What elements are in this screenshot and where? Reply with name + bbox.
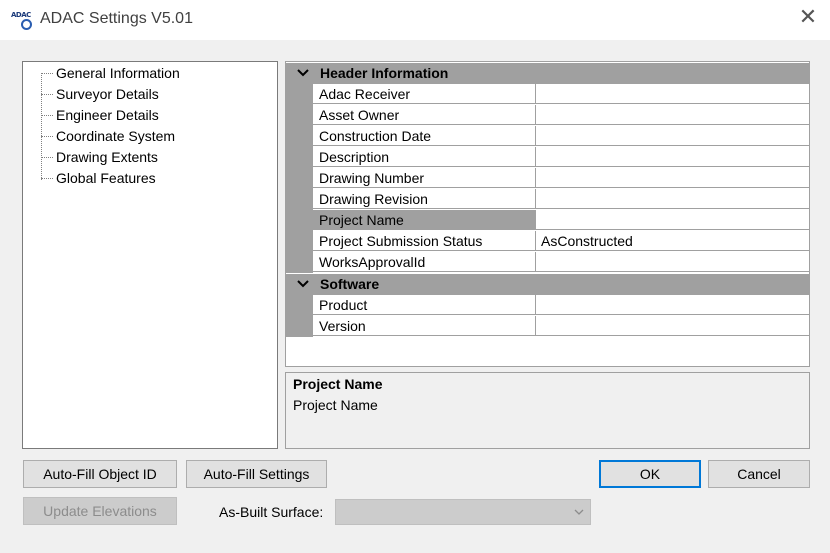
as-built-surface-dropdown[interactable] <box>335 499 591 525</box>
auto-fill-object-id-button[interactable]: Auto-Fill Object ID <box>23 460 177 488</box>
row-margin <box>286 316 313 337</box>
property-row-construction-date[interactable]: Construction Date <box>286 126 809 147</box>
property-value-asset-owner[interactable] <box>536 105 809 125</box>
category-software[interactable]: Software <box>286 274 809 295</box>
category-header-information[interactable]: Header Information <box>286 63 809 84</box>
property-value-description[interactable] <box>536 147 809 167</box>
property-row-adac-receiver[interactable]: Adac Receiver <box>286 84 809 105</box>
property-row-project-submission-status[interactable]: Project Submission Status AsConstructed <box>286 231 809 252</box>
settings-tree[interactable]: General Information Surveyor Details Eng… <box>22 61 278 449</box>
property-name: Drawing Revision <box>313 189 536 209</box>
property-name: Construction Date <box>313 126 536 146</box>
property-value-project-submission-status[interactable]: AsConstructed <box>536 231 809 251</box>
app-icon-label: ADAC <box>11 11 31 19</box>
property-name: Asset Owner <box>313 105 536 125</box>
window-title: ADAC Settings V5.01 <box>40 10 193 27</box>
category-label: Header Information <box>320 65 449 81</box>
ok-button[interactable]: OK <box>599 460 701 488</box>
row-margin <box>286 126 313 147</box>
property-description-panel: Project Name Project Name <box>285 372 810 449</box>
row-margin <box>286 252 313 273</box>
property-row-version[interactable]: Version <box>286 316 809 337</box>
row-margin <box>286 147 313 168</box>
property-row-drawing-revision[interactable]: Drawing Revision <box>286 189 809 210</box>
chevron-down-icon[interactable] <box>295 276 311 292</box>
row-margin <box>286 189 313 210</box>
tree-item-surveyor-details[interactable]: Surveyor Details <box>35 84 159 105</box>
property-row-description[interactable]: Description <box>286 147 809 168</box>
property-row-project-name[interactable]: Project Name <box>286 210 809 231</box>
property-name: Adac Receiver <box>313 84 536 104</box>
property-name: Project Submission Status <box>313 231 536 251</box>
property-value-adac-receiver[interactable] <box>536 84 809 104</box>
property-value-works-approval-id[interactable] <box>536 252 809 272</box>
property-value-construction-date[interactable] <box>536 126 809 146</box>
property-name: Version <box>313 316 536 336</box>
property-row-product[interactable]: Product <box>286 295 809 316</box>
property-grid[interactable]: Header Information Adac Receiver Asset O… <box>285 61 810 367</box>
property-row-drawing-number[interactable]: Drawing Number <box>286 168 809 189</box>
property-value-drawing-revision[interactable] <box>536 189 809 209</box>
description-body: Project Name <box>293 397 378 413</box>
as-built-surface-label: As-Built Surface: <box>219 504 324 520</box>
property-value-version[interactable] <box>536 316 809 336</box>
tree-item-coordinate-system[interactable]: Coordinate System <box>35 126 175 147</box>
cancel-button[interactable]: Cancel <box>708 460 810 488</box>
property-name: Product <box>313 295 536 315</box>
row-margin <box>286 168 313 189</box>
adac-app-icon: ADAC <box>11 11 33 31</box>
property-value-project-name[interactable] <box>536 210 809 230</box>
property-row-works-approval-id[interactable]: WorksApprovalId <box>286 252 809 273</box>
chevron-down-icon[interactable] <box>574 508 584 516</box>
category-label: Software <box>320 276 380 292</box>
close-icon[interactable]: ✕ <box>796 6 820 30</box>
update-elevations-button[interactable]: Update Elevations <box>23 497 177 525</box>
auto-fill-settings-button[interactable]: Auto-Fill Settings <box>186 460 327 488</box>
app-icon-ring <box>21 19 32 30</box>
property-name: Description <box>313 147 536 167</box>
row-margin <box>286 295 313 316</box>
tree-item-general-information[interactable]: General Information <box>35 63 180 84</box>
tree-item-global-features[interactable]: Global Features <box>35 168 156 189</box>
property-name: WorksApprovalId <box>313 252 536 272</box>
row-margin <box>286 105 313 126</box>
tree-item-engineer-details[interactable]: Engineer Details <box>35 105 159 126</box>
title-bar: ADAC ADAC Settings V5.01 ✕ <box>0 0 830 40</box>
description-title: Project Name <box>293 376 383 392</box>
row-margin <box>286 231 313 252</box>
property-name: Project Name <box>313 210 536 230</box>
property-row-asset-owner[interactable]: Asset Owner <box>286 105 809 126</box>
tree-item-drawing-extents[interactable]: Drawing Extents <box>35 147 158 168</box>
row-margin <box>286 210 313 231</box>
row-margin <box>286 84 313 105</box>
property-name: Drawing Number <box>313 168 536 188</box>
chevron-down-icon[interactable] <box>295 65 311 81</box>
property-value-drawing-number[interactable] <box>536 168 809 188</box>
property-value-product[interactable] <box>536 295 809 315</box>
